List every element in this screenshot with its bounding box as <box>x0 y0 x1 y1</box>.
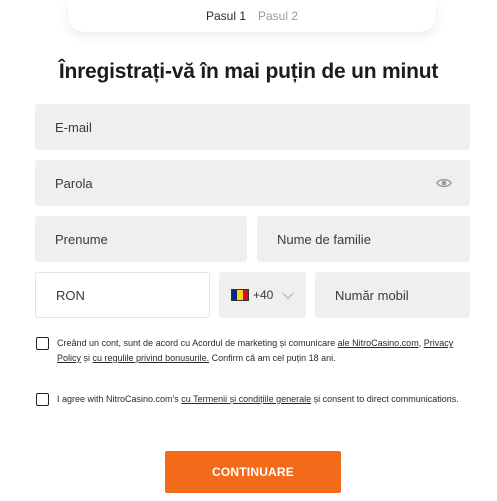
consent1-text-a: Creând un cont, sunt de acord cu Acordul… <box>57 338 338 348</box>
consent1-text-d: Confirm că am cel puțin 18 ani. <box>209 353 336 363</box>
chevron-down-icon <box>282 287 294 300</box>
marketing-consent-checkbox[interactable] <box>36 337 49 350</box>
consent2-text-b: și consent to direct communications. <box>311 394 459 404</box>
mobile-placeholder: Număr mobil <box>335 287 409 303</box>
last-name-placeholder: Nume de familie <box>277 231 371 247</box>
terms-consent-text: I agree with NitroCasino.com's cu Termen… <box>57 392 459 407</box>
consent2-text-a: I agree with NitroCasino.com's <box>57 394 182 404</box>
currency-select[interactable]: RON <box>35 272 210 318</box>
bonus-rules-link[interactable]: cu regulile privind bonusurile. <box>93 353 210 363</box>
last-name-field[interactable]: Nume de familie <box>257 216 470 262</box>
first-name-placeholder: Prenume <box>55 231 108 247</box>
consent1-text-c: și <box>81 353 93 363</box>
nitrocasino-link[interactable]: ale NitroCasino.com <box>338 338 419 348</box>
terms-consent-row: I agree with NitroCasino.com's cu Termen… <box>36 392 466 407</box>
password-placeholder: Parola <box>55 175 93 191</box>
mobile-field[interactable]: Număr mobil <box>315 272 470 318</box>
terms-link[interactable]: cu Termenii și condițiile generale <box>181 394 311 404</box>
email-field[interactable]: E-mail <box>35 104 470 150</box>
email-placeholder: E-mail <box>55 119 92 135</box>
country-code-value: +40 <box>253 288 274 302</box>
romania-flag-icon <box>231 289 249 301</box>
password-field[interactable]: Parola <box>35 160 470 206</box>
country-code-select[interactable]: +40 <box>219 272 306 318</box>
page-title: Înregistrați-vă în mai puțin de un minut <box>58 60 439 83</box>
first-name-field[interactable]: Prenume <box>35 216 247 262</box>
eye-icon[interactable] <box>436 177 452 189</box>
continue-button[interactable]: CONTINUARE <box>165 451 341 493</box>
marketing-consent-row: Creând un cont, sunt de acord cu Acordul… <box>36 336 466 366</box>
step-indicator: Pasul 1 Pasul 2 <box>68 0 436 32</box>
currency-value: RON <box>56 287 85 303</box>
terms-consent-checkbox[interactable] <box>36 393 49 406</box>
step-2-label[interactable]: Pasul 2 <box>258 9 298 23</box>
step-1-label: Pasul 1 <box>205 9 246 23</box>
marketing-consent-text: Creând un cont, sunt de acord cu Acordul… <box>57 336 466 366</box>
